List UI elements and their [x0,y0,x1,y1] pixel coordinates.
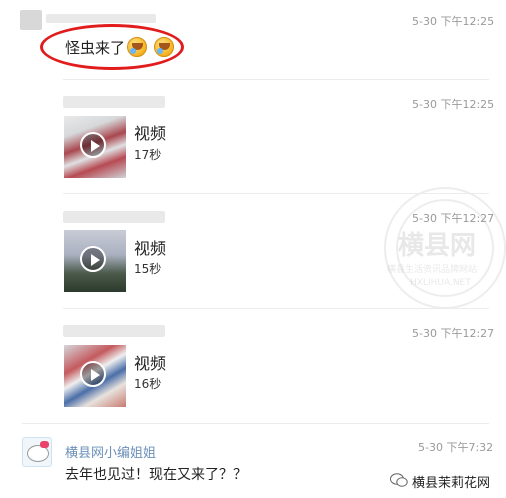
divider [63,193,489,194]
message-time: 5-30 下午12:27 [412,327,495,340]
blurred-sender-name [46,14,156,23]
crying-laughing-emoji-icon [154,37,174,57]
video-title[interactable]: 视频 [134,235,166,259]
video-duration: 15秒 [134,262,162,276]
video-thumbnail[interactable] [64,345,126,407]
video-thumbnail[interactable] [64,116,126,178]
message-text[interactable]: 去年也见过！现在又来了？？ [65,464,247,484]
play-icon[interactable] [80,361,106,387]
watermark-corner-text: 横县茉莉花网 [412,476,491,491]
avatar[interactable] [22,437,52,467]
watermark-url: HXLIHUA.NET [410,278,471,288]
video-title[interactable]: 视频 [134,120,166,144]
blurred-avatar [20,10,42,30]
message-time: 5-30 下午12:25 [412,15,495,28]
sender-name[interactable]: 横县网小编姐姐 [65,442,156,461]
message-text[interactable]: 怪虫来了 [65,37,125,58]
blurred-sender-name [63,211,165,223]
crying-laughing-emoji-icon [127,37,147,57]
video-title[interactable]: 视频 [134,350,166,374]
play-icon[interactable] [80,132,106,158]
video-duration: 17秒 [134,148,162,162]
blurred-sender-name [63,96,165,108]
divider [63,79,489,80]
wechat-icon [390,473,408,487]
play-icon[interactable] [80,246,106,272]
bow-icon [40,441,49,448]
watermark-title: 横县网 [398,231,477,261]
message-time: 5-30 下午12:27 [412,212,495,225]
divider [63,308,489,309]
video-thumbnail[interactable] [64,230,126,292]
blurred-sender-name [63,325,165,337]
watermark-subtitle: 横县生活资讯品牌网站 [387,265,478,275]
divider [22,423,489,424]
message-time: 5-30 下午12:25 [412,98,495,111]
video-duration: 16秒 [134,377,162,391]
message-time: 5-30 下午7:32 [418,441,494,454]
